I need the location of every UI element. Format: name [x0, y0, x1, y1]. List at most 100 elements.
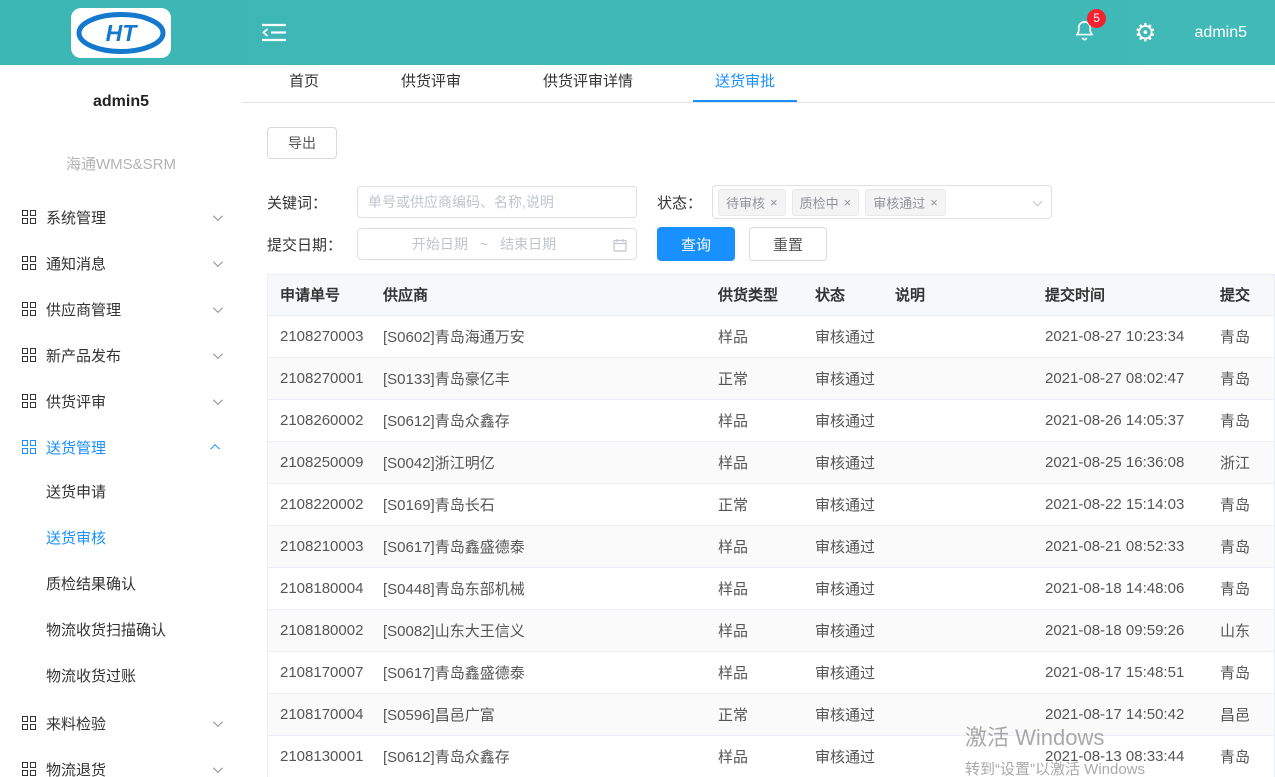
table-cell: 审核通过 [803, 357, 883, 399]
sidebar-item[interactable]: 供货评审 [0, 378, 242, 424]
table-cell: 2021-08-13 08:33:44 [1033, 735, 1208, 777]
table-cell: 审核通过 [803, 525, 883, 567]
table-cell: 2021-08-26 14:05:37 [1033, 399, 1208, 441]
table-cell: [S0602]青岛海通万安 [371, 315, 706, 357]
notifications-button[interactable]: 5 [1073, 19, 1096, 47]
table-cell: 2108130001 [268, 735, 371, 777]
table-cell: 样品 [706, 567, 803, 609]
date-range-input[interactable]: 开始日期 ~ 结束日期 [357, 228, 637, 260]
table-row[interactable]: 2108270001[S0133]青岛豪亿丰正常审核通过2021-08-27 0… [268, 357, 1275, 399]
chevron-down-icon [213, 763, 223, 773]
table-cell: 审核通过 [803, 693, 883, 735]
table-cell: 审核通过 [803, 609, 883, 651]
ht-logo-icon: HT [75, 11, 167, 55]
table-row[interactable]: 2108170007[S0617]青岛鑫盛德泰样品审核通过2021-08-17 … [268, 651, 1275, 693]
table-cell: 2021-08-17 14:50:42 [1033, 693, 1208, 735]
table-cell: 山东 [1208, 609, 1275, 651]
table-row[interactable]: 2108170004[S0596]昌邑广富正常审核通过2021-08-17 14… [268, 693, 1275, 735]
sidebar-item[interactable]: 供应商管理 [0, 286, 242, 332]
settings-button[interactable]: ⚙ [1134, 20, 1156, 45]
tab-3[interactable]: 供货评审详情 [521, 64, 655, 102]
sidebar-subitem[interactable]: 送货审核 [0, 516, 242, 562]
table-cell: 2108220002 [268, 483, 371, 525]
table-cell: [S0133]青岛豪亿丰 [371, 357, 706, 399]
table-cell: 2108170004 [268, 693, 371, 735]
date-start-placeholder: 开始日期 [412, 234, 468, 254]
table-cell: 青岛 [1208, 399, 1275, 441]
table-row[interactable]: 2108210003[S0617]青岛鑫盛德泰样品审核通过2021-08-21 … [268, 525, 1275, 567]
table-cell: 正常 [706, 693, 803, 735]
keyword-input[interactable] [357, 186, 637, 218]
table-cell: 2021-08-25 16:36:08 [1033, 441, 1208, 483]
table-cell: 审核通过 [803, 651, 883, 693]
table-cell: 正常 [706, 483, 803, 525]
sidebar-item[interactable]: 送货管理 [0, 424, 242, 470]
table-cell: 2021-08-21 08:52:33 [1033, 525, 1208, 567]
table-row[interactable]: 2108250009[S0042]浙江明亿样品审核通过2021-08-25 16… [268, 441, 1275, 483]
content-panel: 导出 关键词： 状态： 待审核×质检中×审核通过× 提交日期： 开始日期 ~ 结… [242, 103, 1275, 777]
sidebar-subitem[interactable]: 物流收货扫描确认 [0, 608, 242, 654]
table-cell [883, 609, 1033, 651]
chevron-down-icon [213, 211, 223, 221]
tab-1[interactable]: 首页 [267, 64, 341, 102]
table-cell: [S0042]浙江明亿 [371, 441, 706, 483]
table-cell [883, 651, 1033, 693]
menu-label: 来料检验 [46, 713, 213, 734]
system-name: 海通WMS&SRM [0, 153, 242, 174]
reset-button[interactable]: 重置 [749, 227, 827, 261]
company-logo[interactable]: HT [71, 8, 171, 58]
status-tag: 审核通过× [865, 189, 946, 216]
table-row[interactable]: 2108130001[S0612]青岛众鑫存样品审核通过2021-08-13 0… [268, 735, 1275, 777]
sidebar-username: admin5 [0, 93, 242, 111]
tag-close-icon[interactable]: × [844, 196, 852, 209]
sidebar-item[interactable]: 系统管理 [0, 194, 242, 240]
grid-icon [22, 256, 36, 270]
table-cell: 2108180002 [268, 609, 371, 651]
results-table: 申请单号供应商供货类型状态说明提交时间提交 2108270003[S0602]青… [267, 274, 1275, 777]
column-header: 状态 [803, 275, 883, 315]
table-cell: 2108170007 [268, 651, 371, 693]
table-row[interactable]: 2108180004[S0448]青岛东部机械样品审核通过2021-08-18 … [268, 567, 1275, 609]
table-cell: [S0082]山东大王信义 [371, 609, 706, 651]
grid-icon [22, 348, 36, 362]
table-row[interactable]: 2108260002[S0612]青岛众鑫存样品审核通过2021-08-26 1… [268, 399, 1275, 441]
sidebar-item[interactable]: 新产品发布 [0, 332, 242, 378]
header-username[interactable]: admin5 [1195, 24, 1247, 42]
status-tag-label: 待审核 [726, 193, 765, 212]
sidebar-subitem[interactable]: 送货申请 [0, 470, 242, 516]
sidebar-subitem[interactable]: 质检结果确认 [0, 562, 242, 608]
table-row[interactable]: 2108220002[S0169]青岛长石正常审核通过2021-08-22 15… [268, 483, 1275, 525]
menu-collapse-button[interactable] [262, 23, 286, 42]
status-multiselect[interactable]: 待审核×质检中×审核通过× [712, 185, 1052, 219]
status-label: 状态： [657, 192, 712, 213]
sidebar-item[interactable]: 来料检验 [0, 700, 242, 746]
table-cell: 2021-08-18 14:48:06 [1033, 567, 1208, 609]
table-cell: 样品 [706, 525, 803, 567]
calendar-icon [613, 238, 627, 255]
search-button[interactable]: 查询 [657, 227, 735, 261]
grid-icon [22, 440, 36, 454]
table-cell [883, 357, 1033, 399]
notification-badge: 5 [1087, 9, 1106, 28]
sidebar: admin5 海通WMS&SRM 系统管理通知消息供应商管理新产品发布供货评审送… [0, 65, 242, 777]
table-cell: 2108180004 [268, 567, 371, 609]
table-row[interactable]: 2108180002[S0082]山东大王信义样品审核通过2021-08-18 … [268, 609, 1275, 651]
table-cell: [S0448]青岛东部机械 [371, 567, 706, 609]
export-button[interactable]: 导出 [267, 127, 337, 159]
tab-2[interactable]: 供货评审 [379, 64, 483, 102]
sidebar-item[interactable]: 通知消息 [0, 240, 242, 286]
sidebar-item[interactable]: 物流退货 [0, 746, 242, 777]
sidebar-subitem[interactable]: 物流收货过账 [0, 654, 242, 700]
tag-close-icon[interactable]: × [930, 196, 938, 209]
table-cell: 样品 [706, 399, 803, 441]
chevron-down-icon [213, 257, 223, 267]
table-cell: 2108270001 [268, 357, 371, 399]
tab-4[interactable]: 送货审批 [693, 64, 797, 102]
table-cell: 青岛 [1208, 483, 1275, 525]
svg-text:HT: HT [106, 20, 139, 46]
table-cell: 审核通过 [803, 441, 883, 483]
table-row[interactable]: 2108270003[S0602]青岛海通万安样品审核通过2021-08-27 … [268, 315, 1275, 357]
table-cell: [S0169]青岛长石 [371, 483, 706, 525]
top-header: HT 5 ⚙ admin5 [0, 0, 1275, 65]
tag-close-icon[interactable]: × [770, 196, 778, 209]
